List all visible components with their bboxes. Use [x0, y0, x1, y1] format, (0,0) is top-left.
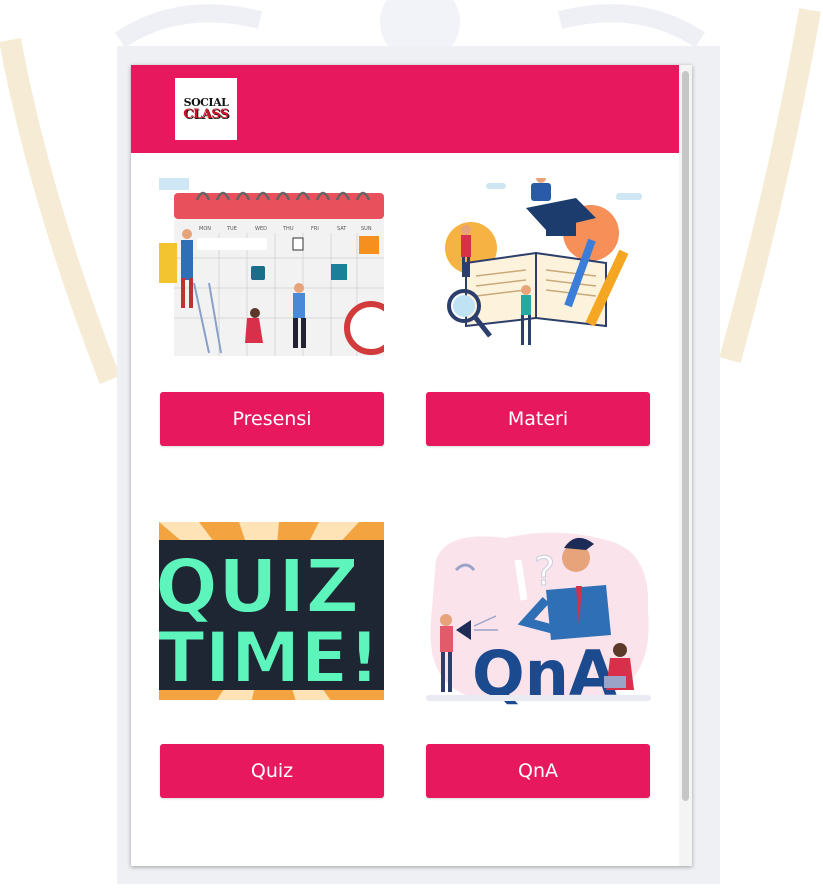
calendar-day-label: THU	[282, 226, 294, 232]
materi-image[interactable]	[426, 178, 651, 356]
calendar-day-label: SAT	[337, 226, 347, 232]
time-text: TIME!	[159, 617, 380, 699]
calendar-day-label: SUN	[361, 226, 372, 232]
logo-text-bottom: CLASS	[183, 107, 229, 122]
calendar-day-label: FRI	[311, 226, 319, 232]
quiz-button[interactable]: Quiz	[160, 744, 384, 798]
app-window: SOCIAL CLASS MON TUE WED THU FRI SAT SUN	[131, 65, 692, 866]
app-header: SOCIAL CLASS	[131, 65, 679, 153]
social-class-logo[interactable]: SOCIAL CLASS	[175, 78, 237, 140]
quiz-image[interactable]: QUIZ TIME!	[159, 522, 384, 700]
scrollbar-thumb[interactable]	[682, 71, 689, 801]
calendar-day-label: MON	[199, 226, 211, 232]
qna-button[interactable]: QnA	[426, 744, 650, 798]
materi-button[interactable]: Materi	[426, 392, 650, 446]
calendar-day-label: WED	[255, 226, 267, 232]
svg-text:?: ?	[534, 549, 555, 595]
calendar-day-label: TUE	[226, 226, 237, 232]
scrollbar-track[interactable]	[679, 65, 692, 866]
presensi-button[interactable]: Presensi	[160, 392, 384, 446]
qna-image[interactable]: ? QnA	[426, 530, 651, 708]
presensi-image[interactable]: MON TUE WED THU FRI SAT SUN	[159, 178, 384, 356]
